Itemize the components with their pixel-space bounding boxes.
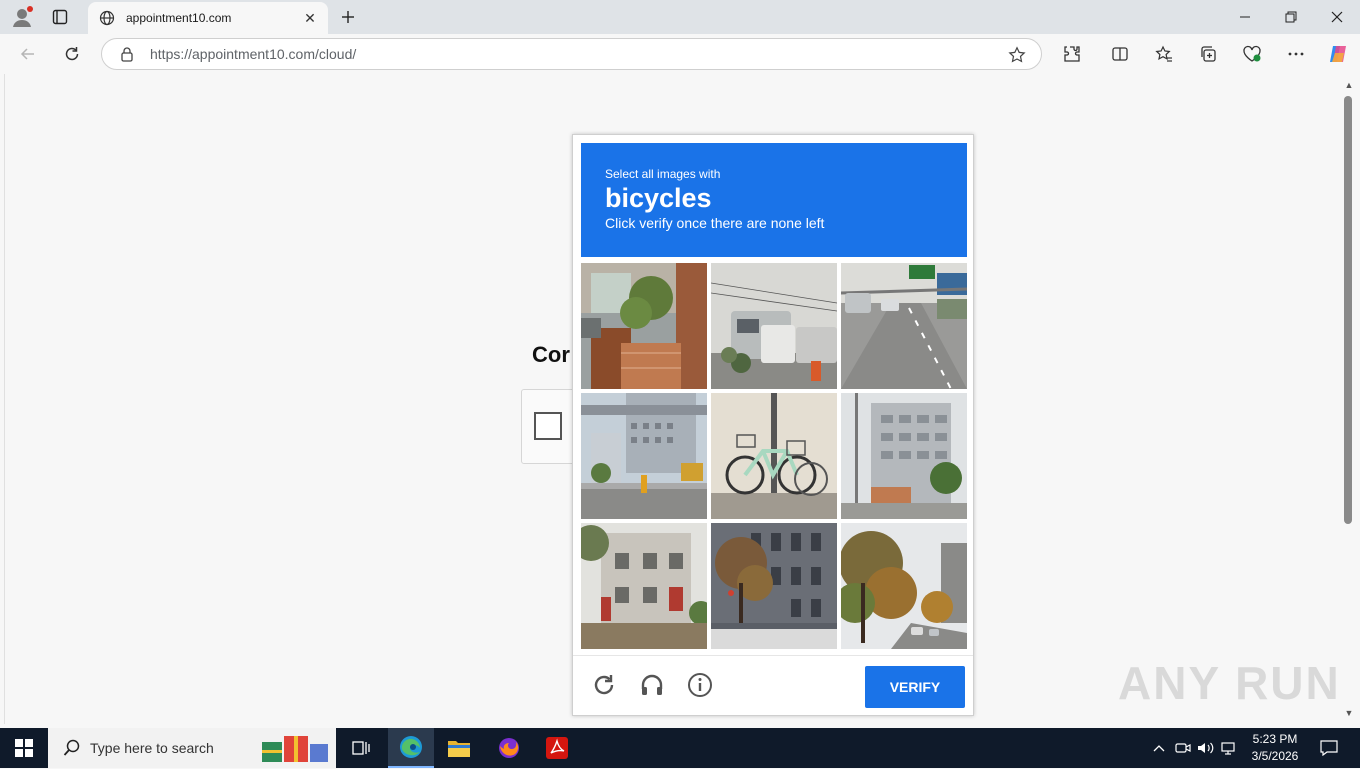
address-bar[interactable]: https://appointment10.com/cloud/ (101, 38, 1042, 70)
captcha-instruction-line3: Click verify once there are none left (605, 215, 825, 231)
taskbar-clock[interactable]: 5:23 PM 3/5/2026 (1244, 731, 1306, 765)
tab-close-icon[interactable]: ✕ (302, 10, 318, 26)
tab-title: appointment10.com (126, 11, 232, 25)
captcha-tile-8[interactable] (711, 523, 837, 649)
file-explorer-icon[interactable] (436, 728, 482, 768)
clock-date: 3/5/2026 (1251, 749, 1299, 763)
verify-button[interactable]: VERIFY (865, 666, 965, 708)
network-icon[interactable] (1220, 728, 1240, 768)
page-scrollbar[interactable]: ▲ ▼ (1340, 78, 1358, 720)
captcha-footer: VERIFY (573, 655, 973, 715)
captcha-tile-5[interactable] (711, 393, 837, 519)
collections-icon[interactable] (1196, 42, 1220, 66)
clock-time: 5:23 PM (1252, 732, 1298, 746)
scroll-up-arrow-icon[interactable]: ▲ (1344, 80, 1354, 90)
captcha-image-grid (581, 263, 967, 649)
gift-boxes-icon (260, 732, 330, 764)
lock-icon[interactable] (118, 45, 136, 63)
start-windows-icon[interactable] (0, 728, 48, 768)
reload-icon[interactable] (587, 668, 621, 702)
captcha-tile-7[interactable] (581, 523, 707, 649)
tab-active[interactable]: appointment10.com ✕ (88, 2, 328, 34)
taskbar-search-box[interactable]: Type here to search (48, 728, 336, 768)
captcha-tile-9[interactable] (841, 523, 967, 649)
task-view-icon[interactable] (338, 728, 384, 768)
minimize-icon[interactable] (1222, 0, 1268, 34)
captcha-tile-6[interactable] (841, 393, 967, 519)
captcha-instruction-header: Select all images with bicycles Click ve… (581, 143, 967, 257)
acrobat-reader-icon[interactable] (534, 728, 580, 768)
captcha-tile-1[interactable] (581, 263, 707, 389)
browser-essentials-icon[interactable] (1240, 42, 1264, 66)
captcha-tile-3[interactable] (841, 263, 967, 389)
firefox-icon[interactable] (486, 728, 532, 768)
page-heading-partial: Cor (532, 342, 570, 367)
windows-taskbar: Type here to search 5:23 PM 3/5/2026 (0, 728, 1360, 768)
anyrun-watermark: ANY RUN (1118, 657, 1341, 709)
captcha-tile-4[interactable] (581, 393, 707, 519)
browser-tab-bar: appointment10.com ✕ (0, 0, 1360, 34)
search-icon (62, 738, 82, 758)
info-icon[interactable] (683, 668, 717, 702)
copilot-icon[interactable] (1326, 42, 1350, 66)
more-menu-icon[interactable] (1284, 42, 1308, 66)
browser-toolbar: https://appointment10.com/cloud/ (0, 34, 1360, 74)
split-screen-icon[interactable] (1108, 42, 1132, 66)
captcha-target-word: bicycles (605, 183, 712, 213)
captcha-checkbox[interactable] (534, 412, 562, 440)
volume-icon[interactable] (1196, 728, 1216, 768)
extensions-icon[interactable] (1060, 42, 1084, 66)
captcha-tile-2[interactable] (711, 263, 837, 389)
url-text: https://appointment10.com/cloud/ (150, 46, 356, 62)
profile-icon[interactable] (10, 5, 34, 29)
audio-headphones-icon[interactable] (635, 668, 669, 702)
edge-taskbar-icon[interactable] (388, 728, 434, 768)
scroll-thumb[interactable] (1344, 96, 1352, 524)
tab-actions-icon[interactable] (48, 5, 72, 29)
url-path: /cloud/ (315, 46, 357, 62)
restore-icon[interactable] (1268, 0, 1314, 34)
notifications-icon[interactable] (1316, 728, 1342, 768)
favorites-icon[interactable] (1152, 42, 1176, 66)
back-icon[interactable] (14, 40, 42, 68)
captcha-challenge-dialog: Select all images with bicycles Click ve… (572, 134, 974, 716)
close-window-icon[interactable] (1314, 0, 1360, 34)
globe-icon (98, 9, 116, 27)
new-tab-icon[interactable] (336, 5, 360, 29)
captcha-instruction-line1: Select all images with (605, 167, 721, 181)
url-host: https://appointment10.com (150, 46, 315, 62)
scroll-down-arrow-icon[interactable]: ▼ (1344, 708, 1354, 718)
refresh-icon[interactable] (58, 40, 86, 68)
meet-now-icon[interactable] (1174, 728, 1192, 768)
search-placeholder: Type here to search (90, 740, 214, 756)
favorite-star-icon[interactable] (1007, 45, 1027, 65)
tray-overflow-chevron-icon[interactable] (1150, 728, 1168, 768)
